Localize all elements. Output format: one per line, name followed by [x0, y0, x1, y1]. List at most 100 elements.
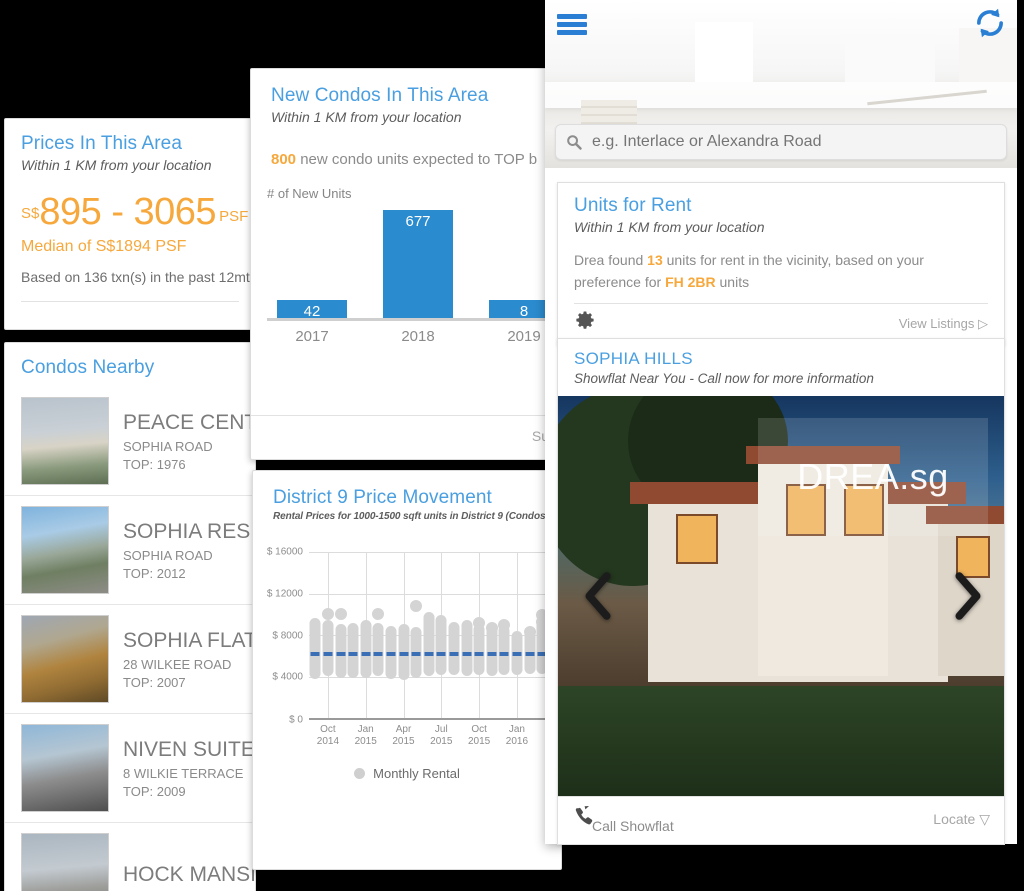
- divider: [21, 301, 239, 302]
- showflat-title: SOPHIA HILLS: [574, 349, 693, 368]
- x-tick-month: Jul: [434, 724, 448, 735]
- condo-address: 8 WILKIE TERRACE: [123, 765, 244, 781]
- y-axis-tick-label: $ 16000: [266, 546, 303, 558]
- units-for-rent-title: Units for Rent: [574, 195, 692, 216]
- bar-column: 42: [277, 300, 347, 320]
- hero-banner-image: [545, 0, 1017, 168]
- condo-name: NIVEN SUITES: [123, 737, 255, 761]
- median-marker: [436, 651, 446, 656]
- menu-bar: [557, 30, 587, 35]
- condo-top-year: TOP: 2007: [123, 674, 186, 690]
- district-9-price-movement-card: District 9 Price Movement Rental Prices …: [252, 470, 562, 870]
- median-marker: [373, 651, 383, 656]
- condos-nearby-card: Condos Nearby PEACE CENTRE SOPHIA ROAD TOP…: [4, 342, 256, 891]
- list-item[interactable]: SOPHIA RESIDENCE SOPHIA ROAD TOP: 2012: [5, 496, 255, 605]
- y-axis-tick-label: $ 0: [289, 714, 303, 726]
- bar: 42: [277, 300, 347, 320]
- carousel-window: [676, 514, 718, 564]
- median-marker: [487, 651, 497, 656]
- data-column: [423, 612, 435, 677]
- condo-thumbnail: [21, 724, 109, 812]
- legend-swatch-monthly-rental: [354, 768, 366, 779]
- search-icon: [566, 134, 582, 150]
- units-for-rent-subtitle: Within 1 KM from your location: [574, 219, 765, 235]
- median-marker: [512, 651, 522, 656]
- data-column: [347, 622, 359, 678]
- psf-unit-label: PSF: [219, 208, 249, 225]
- data-point-outlier: [410, 599, 423, 612]
- hero-decor-block: [695, 22, 753, 82]
- refresh-icon[interactable]: [973, 6, 1007, 40]
- grid-line-horizontal: $ 12000: [267, 588, 561, 599]
- grid-line-horizontal: $ 4000: [272, 672, 561, 683]
- search-input[interactable]: [592, 133, 996, 151]
- bar-x-label: 2017: [295, 328, 329, 345]
- legend-label-monthly-rental: Monthly Rental: [373, 766, 460, 781]
- x-axis-tick-label: Jul 2015: [430, 724, 452, 748]
- median-price: Median of S$1894 PSF: [21, 238, 187, 255]
- bar-column: 677: [383, 210, 453, 318]
- data-point-outlier: [321, 607, 334, 620]
- data-column: [435, 615, 447, 676]
- new-units-count: 800: [271, 151, 297, 168]
- view-listings-button[interactable]: View Listings ▷: [899, 316, 988, 332]
- x-tick-month: Jan: [357, 724, 374, 735]
- median-marker: [499, 651, 509, 656]
- data-column: [498, 624, 510, 676]
- condo-thumbnail: [21, 506, 109, 594]
- median-marker: [323, 651, 333, 656]
- data-point-outlier: [334, 607, 347, 620]
- condo-top-year: TOP: 2012: [123, 565, 186, 581]
- showflat-image-carousel[interactable]: DREA.sg: [558, 396, 1004, 796]
- page-title: Prices In This Area: [21, 133, 183, 154]
- rent-body-prefix: Drea found: [574, 252, 648, 268]
- x-axis-tick-label: Apr 2015: [392, 724, 414, 748]
- chevron-right-icon[interactable]: [946, 564, 990, 628]
- x-axis-tick-label: Oct 2015: [468, 724, 490, 748]
- median-marker: [348, 651, 358, 656]
- showflat-card: SOPHIA HILLS Showflat Near You - Call no…: [557, 338, 1005, 845]
- new-condos-card-footer: Su: [251, 415, 559, 459]
- data-column: [473, 623, 485, 676]
- data-column: [322, 620, 334, 677]
- x-tick-year: 2015: [467, 736, 491, 747]
- median-marker: [399, 651, 408, 656]
- watermark-text: DREA.sg: [797, 456, 949, 497]
- list-item[interactable]: PEACE CENTRE SOPHIA ROAD TOP: 1976: [5, 387, 255, 496]
- new-condos-title: New Condos In This Area: [271, 85, 489, 106]
- condo-thumbnail: [21, 615, 109, 703]
- gear-icon[interactable]: [574, 310, 596, 337]
- data-point-outlier: [523, 626, 536, 639]
- units-for-rent-card: Units for Rent Within 1 KM from your loc…: [557, 182, 1005, 346]
- rent-preference: FH 2BR: [665, 274, 716, 290]
- x-tick-month: Oct: [471, 724, 487, 735]
- data-point-outlier: [498, 619, 511, 632]
- data-column: [461, 620, 472, 677]
- data-column: [448, 621, 460, 676]
- x-axis-tick-label: Jan 2016: [506, 724, 528, 748]
- median-marker: [386, 651, 396, 656]
- data-column: [335, 623, 346, 678]
- district-9-subtitle: Rental Prices for 1000-1500 sqft units i…: [273, 511, 562, 522]
- data-point-outlier: [485, 622, 498, 635]
- bar: 677: [383, 210, 453, 318]
- median-marker: [474, 651, 484, 656]
- locate-button[interactable]: Locate ▽: [933, 811, 990, 828]
- data-point-outlier: [372, 608, 385, 621]
- condo-address: SOPHIA ROAD: [123, 547, 213, 563]
- scatter-plot-area: $ 0 $ 4000 $ 8000 $ 12000 $ 16000 Oct 2014 Jan 2…: [267, 547, 561, 747]
- call-showflat-button[interactable]: Call Showflat: [572, 805, 674, 834]
- bar-x-label: 2018: [401, 328, 435, 345]
- new-units-text: new condo units expected to TOP b: [300, 151, 538, 168]
- search-bar[interactable]: [555, 124, 1007, 160]
- prices-card-subtitle: Within 1 KM from your location: [21, 157, 212, 173]
- new-condos-card: New Condos In This Area Within 1 KM from…: [250, 68, 560, 460]
- condo-name: SOPHIA RESIDENCE: [123, 519, 255, 543]
- list-item[interactable]: HOCK MANSIONS: [5, 823, 255, 891]
- median-marker: [310, 651, 320, 656]
- list-item[interactable]: SOPHIA FLATS 28 WILKEE ROAD TOP: 2007: [5, 605, 255, 714]
- chevron-left-icon[interactable]: [576, 564, 620, 628]
- rent-unit-count: 13: [647, 252, 663, 268]
- hamburger-menu-icon[interactable]: [555, 8, 589, 38]
- list-item[interactable]: NIVEN SUITES 8 WILKIE TERRACE TOP: 2009: [5, 714, 255, 823]
